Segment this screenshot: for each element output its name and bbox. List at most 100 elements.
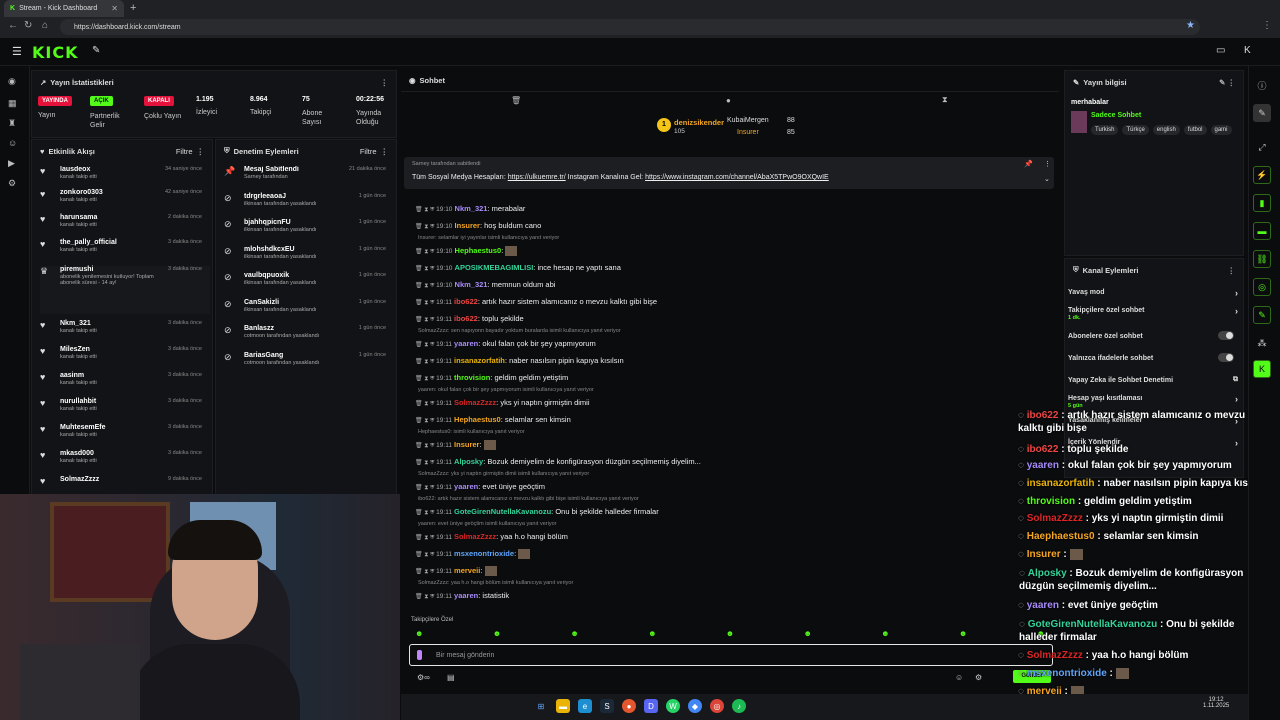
emoji-icon[interactable]: ☺	[955, 673, 963, 682]
lightning-icon[interactable]: ⚡	[1253, 166, 1271, 184]
channel-action-row[interactable]: Hesap yaşı kısıtlaması 5 gün ›	[1068, 394, 1242, 409]
chat-username[interactable]: Nkm_321	[455, 280, 488, 289]
wrench-icon[interactable]: ✎	[1253, 306, 1271, 324]
emote-icon[interactable]: ☻	[493, 629, 501, 641]
chat-username[interactable]: throvision	[454, 373, 490, 382]
browser-tab[interactable]: K Stream - Kick Dashboard ✕	[4, 0, 124, 17]
toggle-switch[interactable]	[1218, 331, 1234, 340]
delete-icon[interactable]: 🗑 ⧗ ⛨	[415, 418, 436, 424]
chat-username[interactable]: yaaren	[454, 591, 478, 600]
category-name[interactable]: Sadece Sohbet	[1091, 112, 1141, 119]
discord-icon[interactable]: D	[644, 699, 658, 713]
chat-username[interactable]: yaaren	[454, 482, 478, 491]
chat-username[interactable]: insanazorfatih	[454, 356, 505, 365]
mic-icon[interactable]	[417, 650, 422, 660]
delete-icon[interactable]: 🗑 ⧗ ⛨	[415, 460, 436, 466]
delete-icon[interactable]: 🗑 ⧗ ⛨	[415, 569, 436, 575]
hourglass-icon[interactable]: ⧗	[942, 95, 948, 105]
chat-username[interactable]: ibo622	[454, 314, 478, 323]
delete-icon[interactable]: 🗑 ⧗ ⛨	[415, 207, 436, 213]
delete-icon[interactable]: 🗑 ⧗ ⛨	[415, 535, 436, 541]
delete-icon[interactable]: 🗑 ⧗ ⛨	[415, 401, 436, 407]
stats-menu-icon[interactable]: ⋮	[381, 78, 389, 87]
chat-message[interactable]: 🗑 ⧗ ⛨ 19:11 Hephaestus0: selamlar sen ki…	[415, 415, 571, 425]
delete-icon[interactable]: 🗑 ⧗ ⛨	[415, 376, 436, 382]
delete-icon[interactable]: 🗑 ⧗ ⛨	[415, 283, 436, 289]
third-leader-name[interactable]: Insurer	[737, 129, 759, 136]
chat-message[interactable]: 🗑 ⧗ ⛨ 19:11 GoteGirenNutellaKavanozu: On…	[415, 507, 659, 517]
chat-message[interactable]: 🗑 ⧗ ⛨ 19:11 SolmazZzzz: yks yi naptın gi…	[415, 398, 590, 408]
activity-item[interactable]: ♛ piremushi abonelik yenilemesini kutluyor…	[40, 266, 210, 314]
tag-chip[interactable]: Türkçe	[1122, 125, 1149, 135]
leader-name[interactable]: denizsikender	[674, 118, 724, 127]
back-icon[interactable]: ←	[8, 20, 18, 31]
settings-icon[interactable]: ⚙	[8, 178, 16, 189]
message-icon[interactable]: ▬	[1253, 222, 1271, 240]
chat-message[interactable]: 🗑 ⧗ ⛨ 19:10 Nkm_321: memnun oldum abi	[415, 280, 555, 290]
moderation-filter-button[interactable]: Filtre	[360, 147, 377, 156]
delete-icon[interactable]: 🗑 ⧗ ⛨	[415, 224, 436, 230]
chat-username[interactable]: APOSIKMEBAGIMLISI	[455, 263, 534, 272]
chat-message[interactable]: 🗑 ⧗ ⛨ 19:10 Nkm_321: merabalar	[415, 204, 525, 214]
delete-icon[interactable]: 🗑 ⧗ ⛨	[415, 510, 436, 516]
live-icon[interactable]: ◉	[8, 76, 16, 87]
emote-icon[interactable]: ☻	[959, 629, 967, 641]
chat-message[interactable]: 🗑 ⧗ ⛨ 19:11 merveii:	[415, 566, 497, 577]
delete-icon[interactable]: 🗑 ⧗ ⛨	[415, 485, 436, 491]
activity-filter-button[interactable]: Filtre	[176, 147, 193, 156]
browser-icon[interactable]: ●	[622, 699, 636, 713]
toggle-switch[interactable]	[1218, 353, 1234, 362]
chat-message[interactable]: 🗑 ⧗ ⛨ 19:11 ibo622: artık hazır sistem a…	[415, 297, 657, 307]
pin-icon[interactable]: 📌	[1024, 160, 1033, 168]
pinned-menu-icon[interactable]: ⋮	[1044, 160, 1051, 168]
trophy-icon[interactable]: ♜	[8, 118, 16, 129]
reload-icon[interactable]: ↻	[24, 20, 32, 31]
chat-message[interactable]: 🗑 ⧗ ⛨ 19:11 Alposky: Bozuk demiyelim de …	[415, 457, 701, 467]
kick-brand-icon[interactable]: K	[1244, 45, 1251, 56]
chat-username[interactable]: SolmazZzzz	[454, 532, 496, 541]
whatsapp-icon[interactable]: W	[666, 699, 680, 713]
address-bar[interactable]: https://dashboard.kick.com/stream	[60, 19, 1200, 35]
nodes-icon[interactable]: ⁂	[1253, 334, 1271, 352]
delete-icon[interactable]: 🗑 ⧗ ⛨	[415, 552, 436, 558]
chat-username[interactable]: Hephaestus0	[454, 415, 501, 424]
chat-username[interactable]: Alposky	[454, 457, 483, 466]
steam-icon[interactable]: S	[600, 699, 614, 713]
channel-action-row[interactable]: Yalnızca ifadelerle sohbet	[1068, 353, 1242, 362]
video-icon[interactable]: ▶	[8, 158, 15, 169]
new-tab-icon[interactable]: +	[130, 2, 136, 14]
chat-message[interactable]: 🗑 ⧗ ⛨ 19:11 throvision: geldim geldim ye…	[415, 373, 568, 383]
clipboard-icon[interactable]: ▮	[1253, 194, 1271, 212]
channel-action-row[interactable]: Takipçilere özel sohbet 1 dk. ›	[1068, 306, 1242, 321]
trash-icon[interactable]: 🗑	[511, 96, 521, 105]
delete-icon[interactable]: 🗑 ⧗ ⛨	[415, 342, 436, 348]
second-leader-name[interactable]: KubaiMergen	[727, 117, 769, 124]
dashboard-icon[interactable]: ▦	[8, 98, 17, 109]
spotify-icon[interactable]: ♪	[732, 699, 746, 713]
settings-icon[interactable]: ⚙∞	[417, 673, 430, 682]
pinned-link[interactable]: https://www.instagram.com/channel/AbaX5T…	[645, 174, 829, 181]
chat-message[interactable]: 🗑 ⧗ ⛨ 19:11 SolmazZzzz: yaa h.o hangi bö…	[415, 532, 568, 542]
chat-message[interactable]: 🗑 ⧗ ⛨ 19:11 insanazorfatih: naber nasıls…	[415, 356, 624, 366]
chat-message[interactable]: 🗑 ⧗ ⛨ 19:11 Insurer:	[415, 440, 496, 451]
emote-icon[interactable]: ☻	[570, 629, 578, 641]
close-tab-icon[interactable]: ✕	[111, 4, 118, 13]
chat-username[interactable]: Hephaestus0	[455, 246, 502, 255]
chat-message[interactable]: 🗑 ⧗ ⛨ 19:11 yaaren: istatistik	[415, 591, 509, 601]
link-icon[interactable]: ⛓	[1253, 250, 1271, 268]
chevron-down-icon[interactable]: ⌄	[1044, 175, 1050, 183]
home-icon[interactable]: ⌂	[42, 20, 48, 31]
chat-username[interactable]: Nkm_321	[455, 204, 488, 213]
pencil-icon[interactable]: ✎	[1253, 104, 1271, 122]
chat-message[interactable]: 🗑 ⧗ ⛨ 19:11 yaaren: evet üniye geöçtim	[415, 482, 545, 492]
gear-icon[interactable]: ⚙	[975, 673, 982, 682]
tag-chip[interactable]: futbol	[1183, 125, 1207, 135]
chat-message[interactable]: 🗑 ⧗ ⛨ 19:11 msxenontrioxide:	[415, 549, 531, 560]
emote-icon[interactable]: ☻	[803, 629, 811, 641]
expand-icon[interactable]: ⤢	[1253, 138, 1271, 156]
chat-message[interactable]: 🗑 ⧗ ⛨ 19:10 Insurer: hoş buldum cano	[415, 221, 541, 231]
delete-icon[interactable]: 🗑 ⧗ ⛨	[415, 594, 436, 600]
chat-message[interactable]: 🗑 ⧗ ⛨ 19:11 yaaren: okul falan çok bir ş…	[415, 339, 596, 349]
calendar-icon[interactable]: ▤	[447, 673, 455, 682]
app-icon[interactable]: ◆	[688, 699, 702, 713]
